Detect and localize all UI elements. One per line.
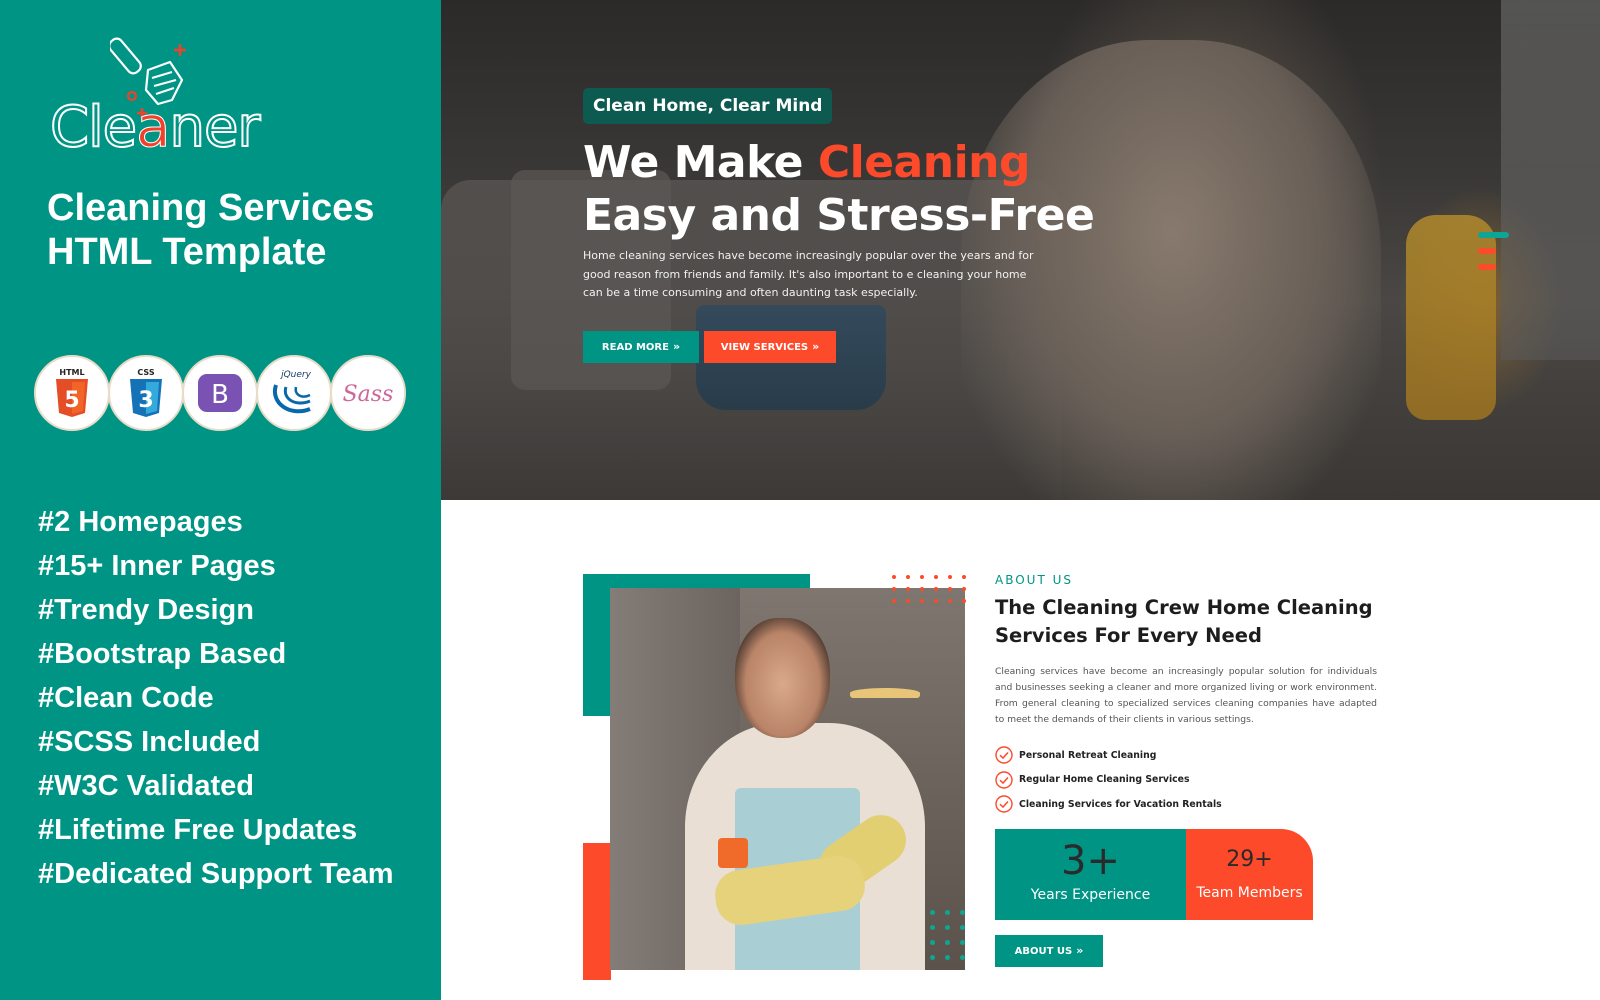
photo-person-head — [735, 618, 830, 738]
hero-title-accent: Cleaning — [817, 137, 1031, 188]
double-chevron-right-icon: » — [812, 340, 820, 353]
cleaner-logo: Cleaner — [49, 30, 280, 160]
stat-value: 29+ — [1226, 847, 1273, 872]
checklist-item: Personal Retreat Cleaning — [995, 743, 1222, 768]
html5-icon: HTML 5 — [34, 355, 110, 431]
about-photo — [610, 588, 965, 970]
hero-tagline: Clean Home, Clear Mind — [583, 88, 833, 124]
feature-item: #Clean Code — [38, 682, 214, 714]
checklist-item: Regular Home Cleaning Services — [995, 768, 1222, 793]
hero-description: Home cleaning services have become incre… — [583, 249, 1034, 299]
feature-item: #15+ Inner Pages — [38, 550, 276, 582]
about-title: The Cleaning Crew Home Cleaning Services… — [995, 596, 1373, 647]
hero-title: We Make Cleaning Easy and Stress-Free — [583, 137, 1095, 241]
hero-bg-window — [1501, 0, 1600, 360]
svg-text:CSS: CSS — [137, 368, 154, 377]
svg-text:5: 5 — [64, 388, 79, 413]
about-us-button[interactable]: About Us» — [995, 935, 1103, 967]
product-title: Cleaning Services HTML Template — [47, 187, 375, 273]
about-checklist: Personal Retreat Cleaning Regular Home C… — [995, 743, 1222, 817]
check-circle-icon — [995, 795, 1013, 813]
stat-value: 3+ — [1061, 838, 1120, 884]
slider-dot-active[interactable] — [1478, 232, 1509, 238]
svg-text:HTML: HTML — [59, 368, 84, 377]
decor-dot-grid-teal — [930, 910, 975, 960]
view-services-button[interactable]: View Services» — [704, 331, 836, 363]
stat-label: Years Experience — [1030, 887, 1151, 903]
hero-slider-pagination — [1478, 232, 1509, 280]
feature-item: #Bootstrap Based — [38, 638, 287, 670]
tech-badges: HTML 5 CSS 3 B jQuery Sass — [34, 355, 406, 431]
logo-wordmark: Cleaner — [49, 95, 261, 160]
bootstrap-icon: B — [182, 355, 258, 431]
decor-red-block — [583, 843, 611, 980]
double-chevron-right-icon: » — [1076, 944, 1084, 957]
slider-dot[interactable] — [1478, 264, 1496, 270]
photo-lamp — [850, 688, 920, 698]
read-more-button[interactable]: Read More» — [583, 331, 699, 363]
sass-icon: Sass — [330, 355, 406, 431]
feature-item: #2 Homepages — [38, 506, 243, 538]
jquery-icon: jQuery — [256, 355, 332, 431]
checklist-item: Cleaning Services for Vacation Rentals — [995, 792, 1222, 817]
feature-list: #2 Homepages #15+ Inner Pages #Trendy De… — [38, 500, 394, 896]
promo-sidebar: Cleaner Cleaning Services HTML Template … — [0, 0, 441, 1000]
feature-item: #Lifetime Free Updates — [38, 814, 358, 846]
svg-text:jQuery: jQuery — [279, 370, 312, 380]
slider-dot[interactable] — [1478, 248, 1496, 254]
decor-dot-grid-red — [892, 575, 976, 603]
svg-text:B: B — [211, 380, 229, 410]
feature-item: #SCSS Included — [38, 726, 261, 758]
feature-item: #Dedicated Support Team — [38, 858, 394, 890]
about-kicker: ABOUT US — [995, 573, 1074, 587]
photo-spray-bottle — [718, 838, 748, 868]
svg-text:3: 3 — [138, 388, 153, 413]
stat-team-members: 29+ Team Members — [1186, 829, 1313, 920]
double-chevron-right-icon: » — [672, 340, 681, 353]
check-circle-icon — [995, 771, 1013, 789]
feature-item: #W3C Validated — [38, 770, 254, 802]
svg-text:Sass: Sass — [343, 382, 394, 407]
check-circle-icon — [995, 746, 1013, 764]
stat-years-experience: 3+ Years Experience — [995, 829, 1186, 920]
about-description: Cleaning services have become an increas… — [995, 666, 1377, 725]
css3-icon: CSS 3 — [108, 355, 184, 431]
stat-label: Team Members — [1196, 885, 1303, 901]
feature-item: #Trendy Design — [38, 594, 254, 626]
